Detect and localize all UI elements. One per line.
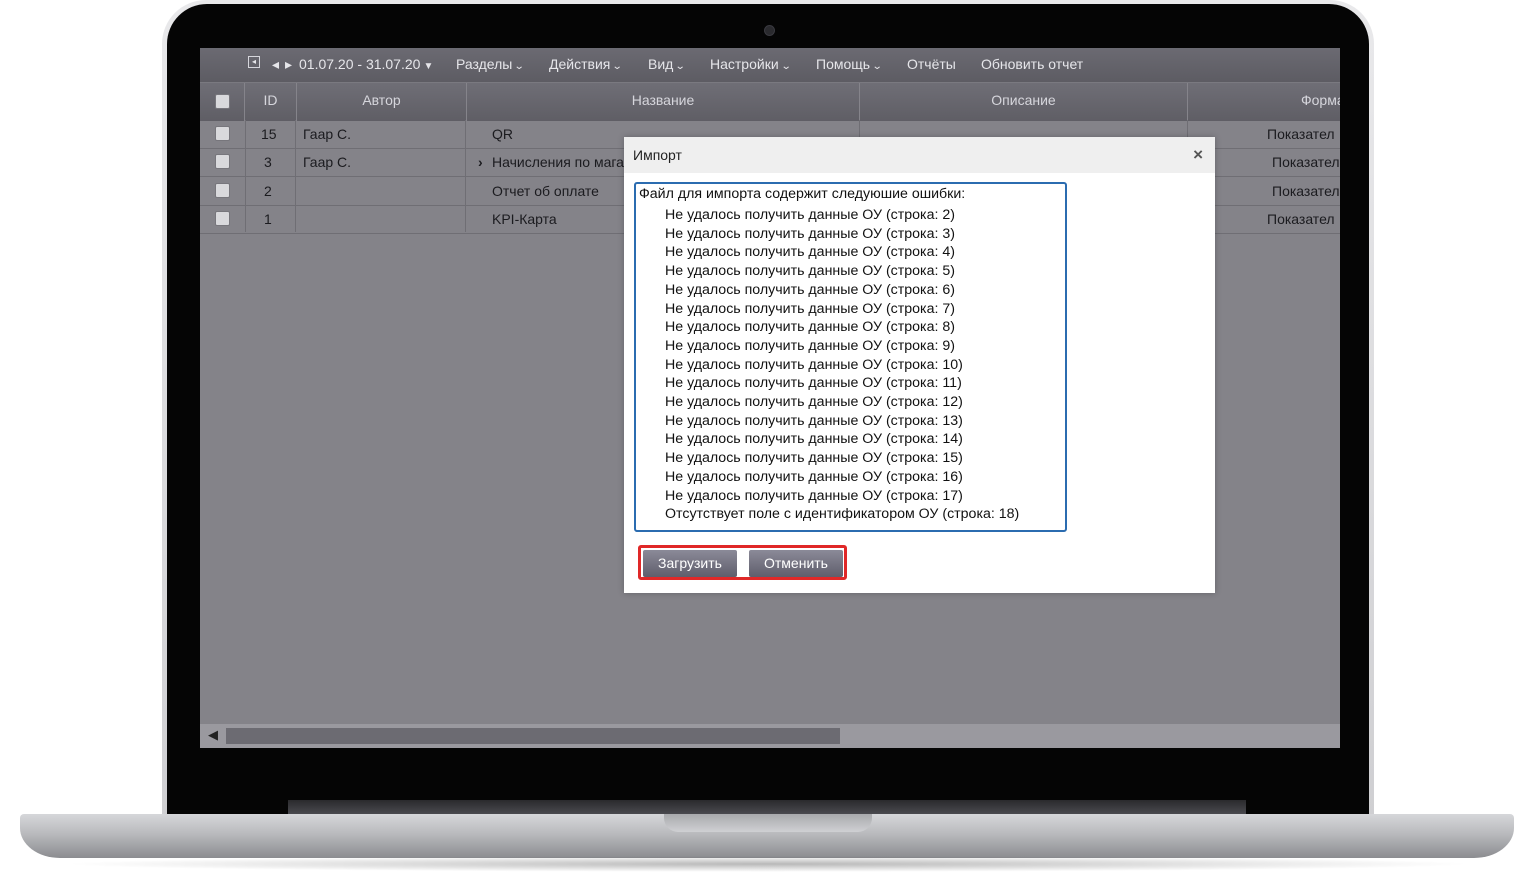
camera-icon <box>764 25 775 36</box>
row-checkbox[interactable] <box>215 126 230 141</box>
row-author: Гаар С. <box>303 126 352 142</box>
column-header-form[interactable]: Форма <box>1188 83 1340 121</box>
chevron-down-icon: ⌄ <box>514 61 525 72</box>
menu-help-label: Помощь <box>816 56 871 72</box>
error-item: Не удалось получить данные ОУ (строка: 1… <box>665 487 963 504</box>
dialog-title: Импорт <box>633 147 682 163</box>
collapse-icon[interactable]: ◂ <box>248 56 260 68</box>
laptop-notch <box>664 814 872 832</box>
chevron-down-icon: ⌄ <box>871 61 883 72</box>
error-item: Не удалось получить данные ОУ (строка: 1… <box>665 375 962 392</box>
error-item: Отсутствует поле с идентификатором ОУ (с… <box>665 506 1020 523</box>
error-item: Не удалось получить данные ОУ (строка: 9… <box>665 337 955 354</box>
chevron-down-icon: ⌄ <box>780 61 792 72</box>
row-name: KPI-Карта <box>492 211 557 227</box>
error-item: Не удалось получить данные ОУ (строка: 2… <box>665 207 955 223</box>
chevron-down-icon: ⌄ <box>612 61 623 72</box>
menu-sections-label: Разделы <box>456 56 513 72</box>
menu-actions-label: Действия <box>549 56 611 72</box>
date-range-selector[interactable]: 01.07.20 - 31.07.20 ▼ <box>299 56 433 72</box>
row-form: Показател <box>1272 154 1340 170</box>
date-range-label: 01.07.20 - 31.07.20 <box>299 56 421 72</box>
header-select-all-cell <box>200 83 245 121</box>
error-item: Не удалось получить данные ОУ (строка: 1… <box>665 394 963 411</box>
row-name: Начисления по мага <box>492 154 624 170</box>
refresh-report-link[interactable]: Обновить отчет <box>981 56 1083 72</box>
expand-icon[interactable]: › <box>478 154 483 170</box>
table-header: ID Автор Название Описание Форма <box>200 82 1340 121</box>
upload-button[interactable]: Загрузить <box>643 550 737 577</box>
column-header-description[interactable]: Описание <box>860 83 1188 121</box>
error-item: Не удалось получить данные ОУ (строка: 7… <box>665 300 955 317</box>
chevron-down-icon: ⌄ <box>675 61 686 72</box>
column-header-author[interactable]: Автор <box>297 83 467 121</box>
error-item: Не удалось получить данные ОУ (строка: 3… <box>665 225 955 242</box>
error-item: Не удалось получить данные ОУ (строка: 4… <box>665 244 955 261</box>
error-list-title: Файл для импорта содержит следуюшие ошиб… <box>639 186 966 202</box>
row-form: Показател <box>1267 126 1335 142</box>
error-item: Не удалось получить данные ОУ (строка: 6… <box>665 281 955 298</box>
error-item: Не удалось получить данные ОУ (строка: 1… <box>665 412 963 429</box>
laptop-hinge <box>288 800 1246 814</box>
column-header-id[interactable]: ID <box>245 83 297 121</box>
menu-settings[interactable]: Настройки ⌄ <box>710 56 792 72</box>
reports-link[interactable]: Отчёты <box>907 56 956 72</box>
row-id: 15 <box>261 126 277 142</box>
cancel-button[interactable]: Отменить <box>749 550 843 577</box>
error-item: Не удалось получить данные ОУ (строка: 1… <box>665 356 963 373</box>
row-id: 3 <box>264 154 272 170</box>
close-icon[interactable]: × <box>1193 145 1203 165</box>
import-dialog: Импорт × Файл для импорта содержит следу… <box>624 137 1215 593</box>
row-id: 1 <box>264 211 272 227</box>
row-form: Показател <box>1267 211 1335 227</box>
error-item: Не удалось получить данные ОУ (строка: 1… <box>665 450 963 467</box>
row-checkbox[interactable] <box>215 154 230 169</box>
row-id: 2 <box>264 183 272 199</box>
select-all-checkbox[interactable] <box>215 94 230 109</box>
next-period-icon[interactable]: ▸ <box>285 56 292 73</box>
scrollbar-thumb[interactable] <box>226 728 840 744</box>
menu-view-label: Вид <box>648 56 674 72</box>
row-checkbox[interactable] <box>215 211 230 226</box>
toolbar: ◂ ◂ ▸ 01.07.20 - 31.07.20 ▼ Разделы ⌄ Дейс… <box>200 48 1340 82</box>
error-list: Не удалось получить данные ОУ (строка: 2… <box>639 206 1061 524</box>
horizontal-scrollbar[interactable]: ◀ <box>200 724 1340 748</box>
menu-sections[interactable]: Разделы ⌄ <box>456 56 525 72</box>
row-form: Показател <box>1272 183 1340 199</box>
error-item: Не удалось получить данные ОУ (строка: 5… <box>665 263 955 280</box>
row-checkbox[interactable] <box>215 183 230 198</box>
column-header-name[interactable]: Название <box>467 83 860 121</box>
dialog-button-group: Загрузить Отменить <box>638 545 847 580</box>
caret-down-icon: ▼ <box>423 61 434 72</box>
error-item: Не удалось получить данные ОУ (строка: 8… <box>665 319 955 336</box>
scroll-left-icon[interactable]: ◀ <box>208 727 218 743</box>
error-list-box: Файл для импорта содержит следуюшие ошиб… <box>634 182 1067 532</box>
menu-help[interactable]: Помощь ⌄ <box>816 56 883 72</box>
dialog-header: Импорт × <box>624 137 1215 173</box>
error-item: Не удалось получить данные ОУ (строка: 1… <box>665 431 963 448</box>
row-name: Отчет об оплате <box>492 183 599 199</box>
prev-period-icon[interactable]: ◂ <box>272 56 279 73</box>
menu-settings-label: Настройки <box>710 56 779 72</box>
laptop-shadow <box>60 856 1476 872</box>
menu-actions[interactable]: Действия ⌄ <box>549 56 623 72</box>
row-author: Гаар С. <box>303 154 352 170</box>
row-name: QR <box>492 126 513 142</box>
error-item: Не удалось получить данные ОУ (строка: 1… <box>665 468 963 485</box>
menu-view[interactable]: Вид ⌄ <box>648 56 686 72</box>
